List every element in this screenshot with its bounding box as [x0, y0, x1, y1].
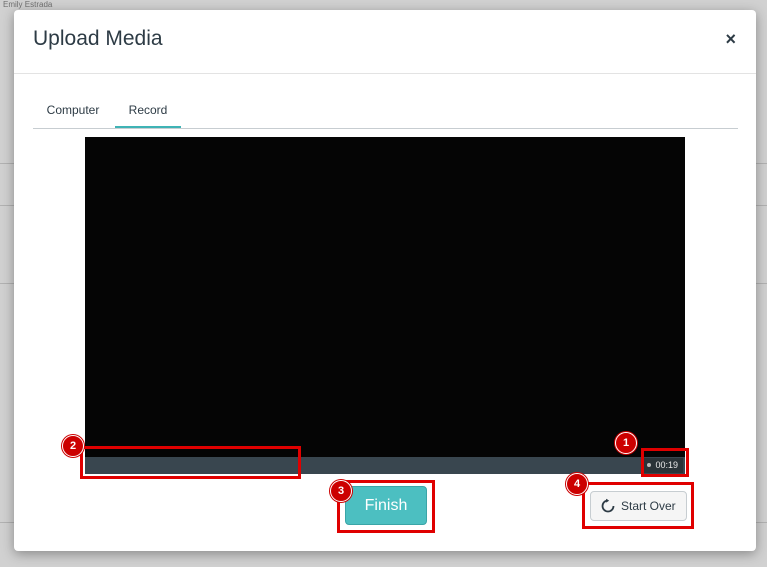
recording-timer: 00:19 [642, 458, 683, 473]
start-over-button[interactable]: Start Over [590, 491, 687, 521]
tab-bar: Computer Record [33, 95, 738, 129]
dialog-header: Upload Media × [14, 10, 756, 74]
annotation-badge-3: 3 [330, 480, 352, 502]
tab-computer[interactable]: Computer [33, 95, 113, 126]
annotation-badge-2: 2 [62, 435, 84, 457]
tab-record[interactable]: Record [115, 95, 181, 128]
recording-progress-bar[interactable]: 00:19 [85, 457, 685, 474]
video-preview [85, 137, 685, 457]
finish-button[interactable]: Finish [345, 486, 427, 525]
dialog-title: Upload Media [33, 27, 163, 50]
refresh-icon [601, 498, 615, 513]
upload-media-dialog: Upload Media × Computer Record 00:19 Fin… [14, 10, 756, 551]
elapsed-time: 00:19 [655, 460, 678, 470]
start-over-label: Start Over [621, 499, 676, 513]
recording-dot-icon [647, 463, 652, 467]
close-button[interactable]: × [725, 30, 736, 48]
annotation-badge-1: 1 [615, 432, 637, 454]
annotation-badge-4: 4 [566, 473, 588, 495]
